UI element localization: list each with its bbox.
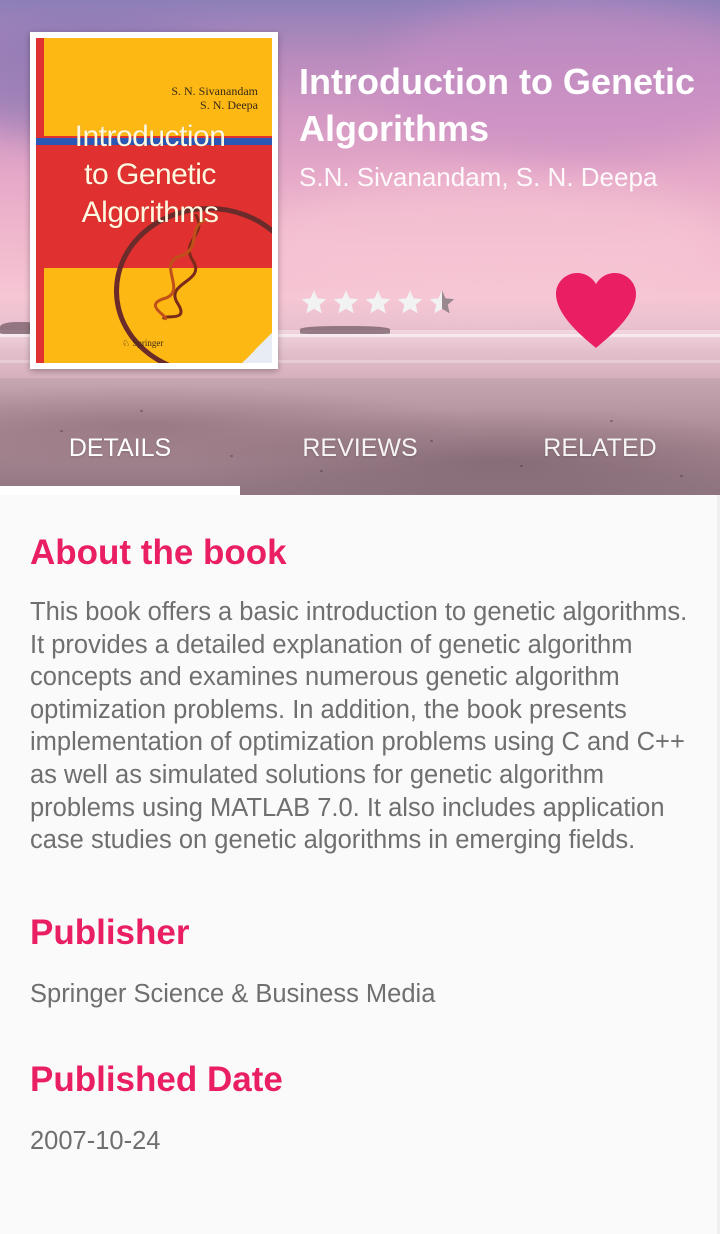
star-half-icon xyxy=(429,290,455,314)
tab-related[interactable]: RELATED xyxy=(480,418,720,495)
book-header: S. N. Sivanandam S. N. Deepa Introductio… xyxy=(0,0,720,495)
book-authors: S.N. Sivanandam, S. N. Deepa xyxy=(299,162,658,192)
publisher-value: Springer Science & Business Media xyxy=(30,980,436,1008)
cover-authors: S. N. Sivanandam S. N. Deepa xyxy=(171,84,258,112)
cover-author-2: S. N. Deepa xyxy=(200,98,258,112)
publisher-heading: Publisher xyxy=(30,913,190,952)
rating-bar[interactable] xyxy=(300,288,456,316)
about-heading: About the book xyxy=(30,533,287,572)
heart-icon[interactable] xyxy=(554,272,638,350)
book-cover-image[interactable]: S. N. Sivanandam S. N. Deepa Introductio… xyxy=(30,32,278,369)
star-icon xyxy=(365,290,391,314)
star-icon xyxy=(397,290,423,314)
cover-title: Introduction to Genetic Algorithms xyxy=(50,118,250,232)
published-date-heading: Published Date xyxy=(30,1060,283,1099)
star-icon xyxy=(333,290,359,314)
cover-title-line-3: Algorithms xyxy=(81,196,219,229)
book-title: Introduction to Genetic Algorithms xyxy=(299,61,695,149)
tab-indicator xyxy=(0,486,240,495)
book-cover-art: S. N. Sivanandam S. N. Deepa Introductio… xyxy=(36,38,272,363)
cover-page-curl xyxy=(242,333,272,363)
published-date-value: 2007-10-24 xyxy=(30,1127,161,1155)
star-icon xyxy=(301,290,327,314)
about-text: This book offers a basic introduction to… xyxy=(30,598,688,855)
background-speck xyxy=(140,410,143,412)
details-panel[interactable]: About the book This book offers a basic … xyxy=(0,495,720,1234)
background-rock xyxy=(300,326,390,334)
tab-bar: DETAILS REVIEWS RELATED xyxy=(0,418,720,495)
cover-title-line-2: to Genetic xyxy=(84,158,216,191)
cover-author-1: S. N. Sivanandam xyxy=(171,84,258,98)
cover-publisher-label: Springer xyxy=(132,338,164,348)
cover-title-line-1: Introduction xyxy=(74,120,226,153)
tab-details[interactable]: DETAILS xyxy=(0,418,240,495)
cover-publisher-logo: ♘ Springer xyxy=(122,338,163,349)
springer-logo-icon: ♘ xyxy=(122,338,131,348)
background-cloud xyxy=(250,180,720,300)
tab-reviews[interactable]: REVIEWS xyxy=(240,418,480,495)
